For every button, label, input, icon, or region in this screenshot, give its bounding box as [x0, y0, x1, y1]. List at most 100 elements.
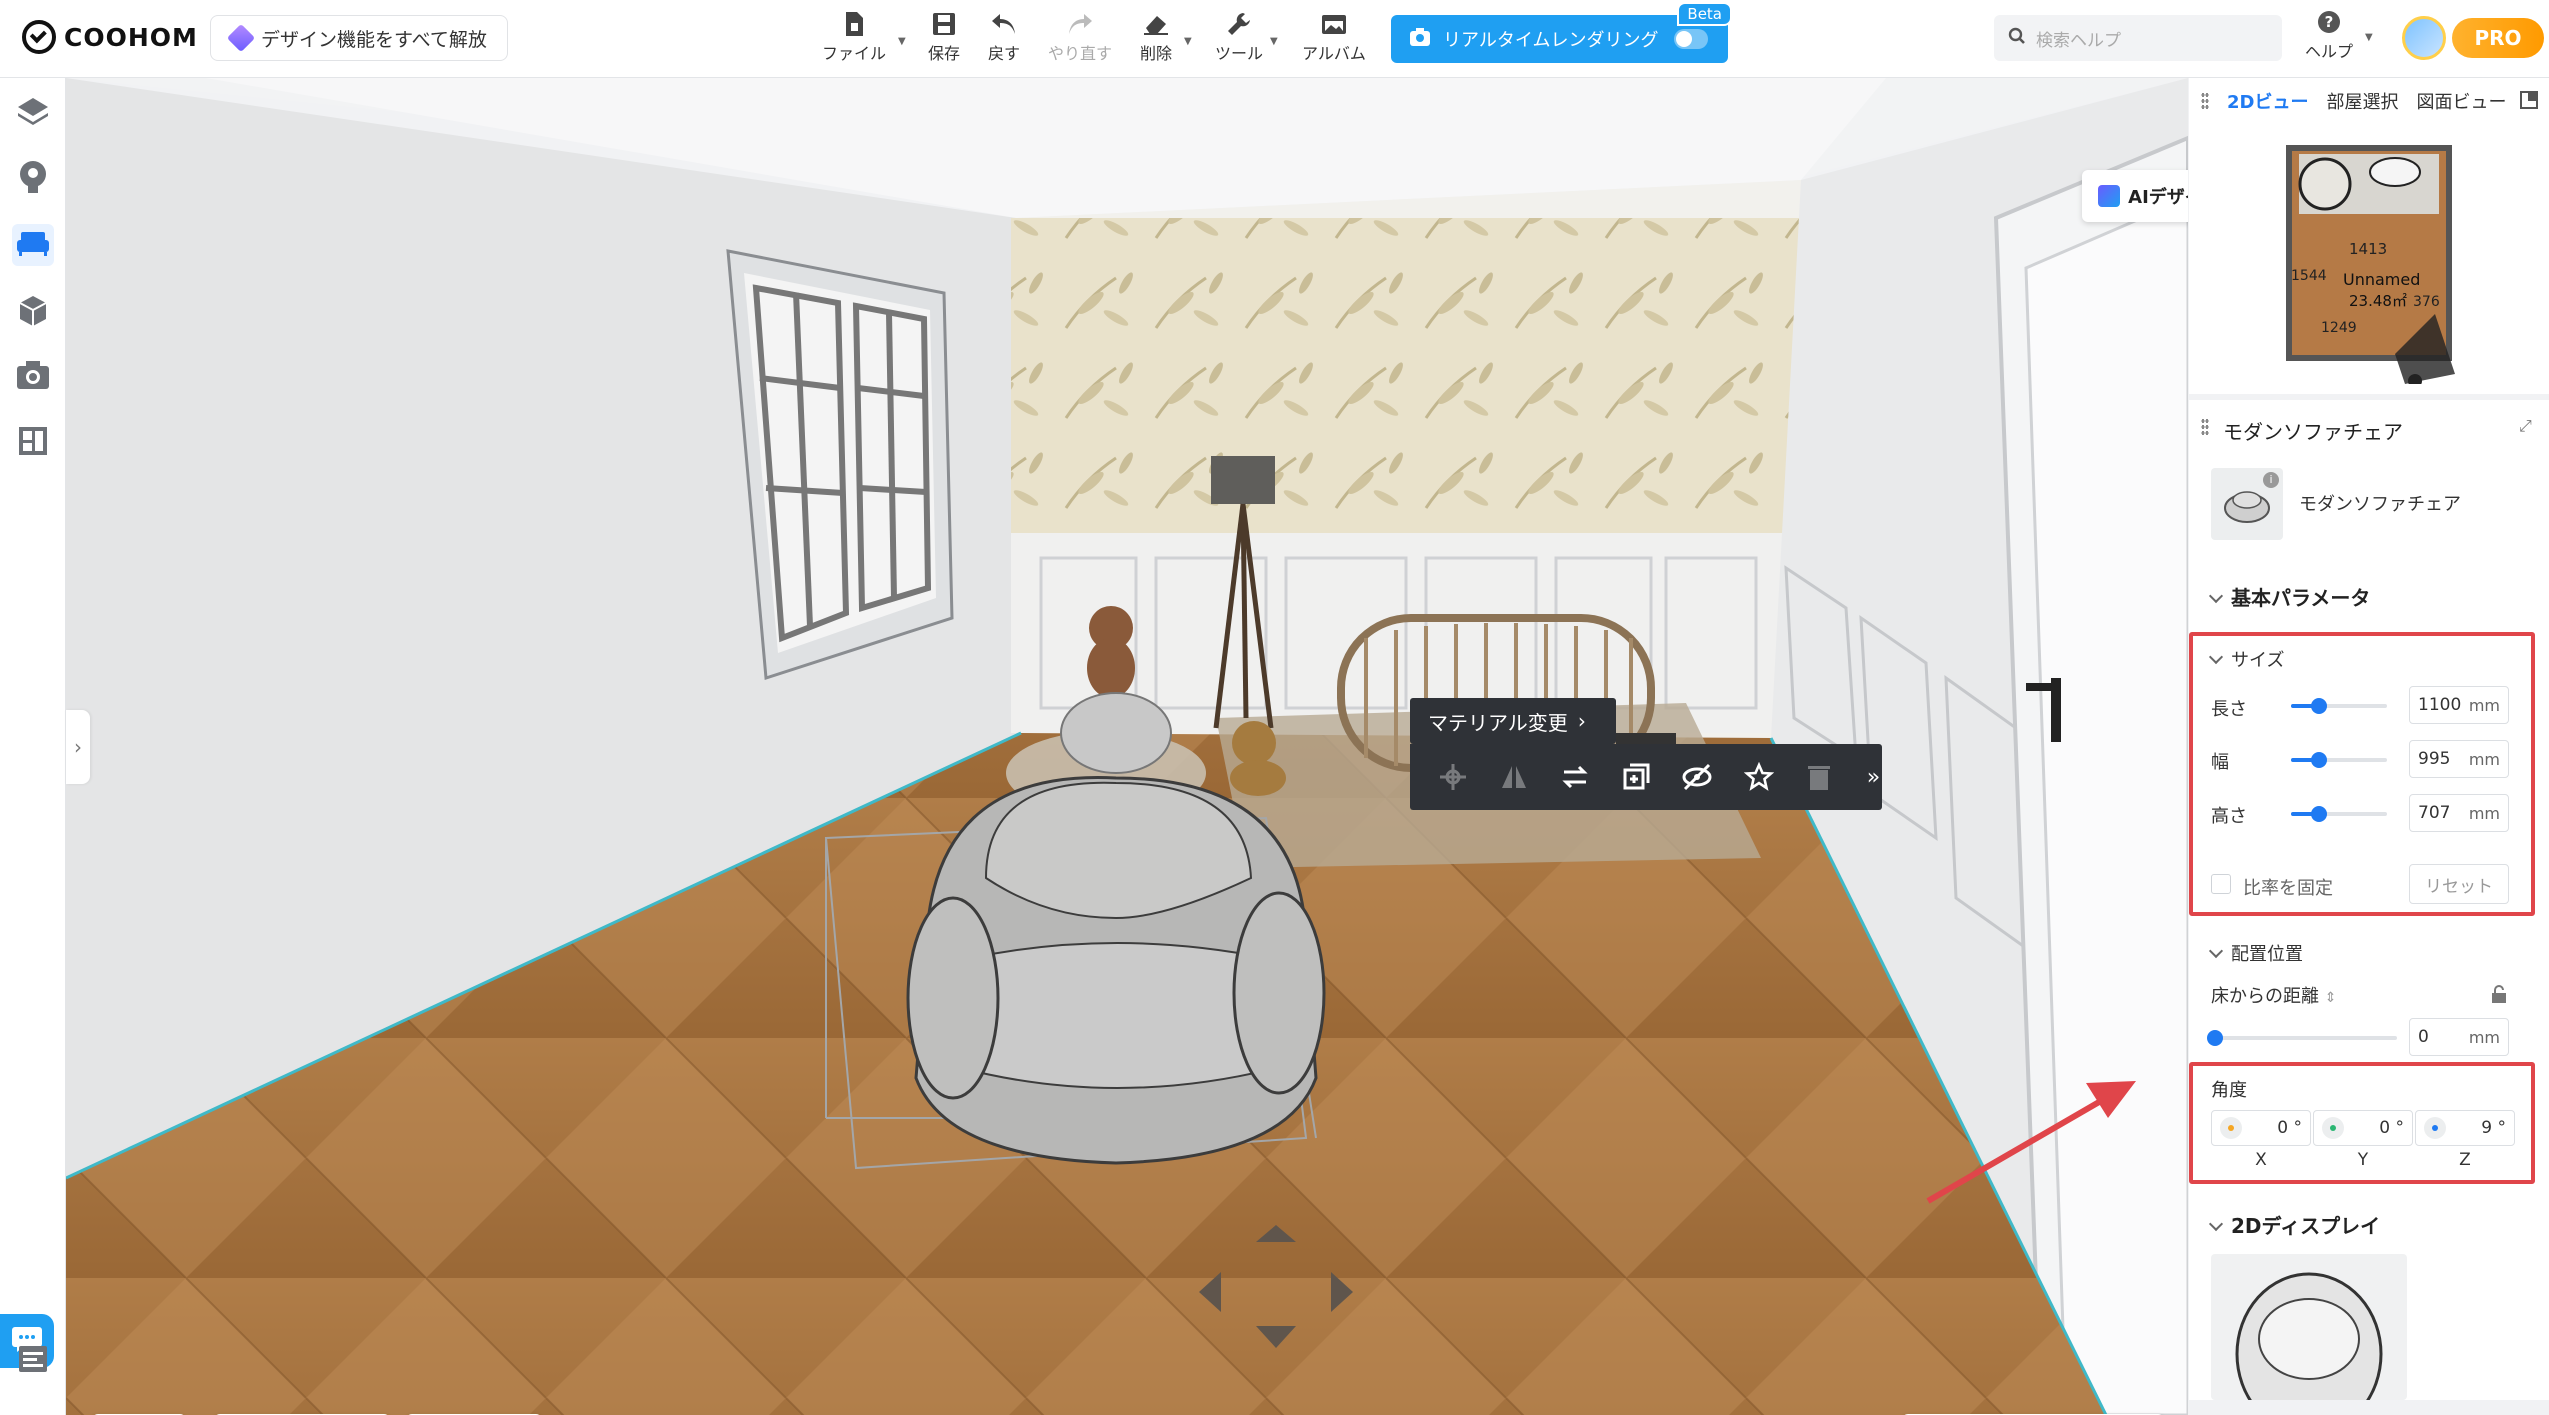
drag-handle-icon[interactable]	[2201, 418, 2209, 436]
realtime-render-toggle[interactable]	[1674, 29, 1709, 49]
save-button[interactable]: 保存	[928, 8, 960, 64]
sidebar-item-materials[interactable]	[12, 290, 54, 332]
eye-off-icon	[1682, 763, 1712, 791]
position-section-header[interactable]: 配置位置	[2208, 940, 2303, 966]
height-value: 707	[2418, 803, 2451, 823]
svg-text:?: ?	[2325, 13, 2334, 31]
dimension-top: 1413	[2349, 240, 2388, 258]
sidebar-item-floorplan[interactable]	[12, 92, 54, 134]
pro-badge: PRO	[2452, 18, 2544, 58]
width-slider[interactable]	[2291, 752, 2387, 768]
brand-logo[interactable]: COOHOM	[22, 20, 198, 54]
length-input[interactable]: 1100 mm	[2409, 686, 2509, 724]
chevron-right-icon: ›	[74, 735, 82, 759]
floorplan-map[interactable]: 1413 1544 Unnamed 23.48㎡ 376 1249	[2285, 144, 2455, 388]
mirror-tool-button[interactable]	[1499, 759, 1530, 795]
file-caret-icon: ▼	[898, 36, 906, 47]
angle-z-value: 9	[2481, 1118, 2493, 1138]
sidebar-item-design[interactable]	[12, 158, 54, 200]
length-unit: mm	[2468, 695, 2500, 715]
search-icon	[2008, 27, 2026, 50]
sidebar-item-list[interactable]	[12, 1340, 54, 1382]
sidebar-expand-button[interactable]: ›	[66, 710, 90, 784]
redo-label: やり直す	[1048, 44, 1113, 63]
undo-label: 戻す	[988, 44, 1021, 63]
eraser-icon	[1140, 8, 1172, 40]
angle-y-input[interactable]: 0 °	[2313, 1110, 2413, 1146]
layers-3d-icon	[15, 95, 51, 131]
minimap-tabs: 2Dビュー 部屋選択 図面ビュー	[2189, 78, 2549, 124]
display-2d-header[interactable]: 2Dディスプレイ	[2208, 1210, 2380, 1239]
display-2d-preview[interactable]	[2211, 1254, 2407, 1400]
camera-icon	[15, 359, 51, 395]
sidebar-item-render[interactable]	[12, 356, 54, 398]
album-button[interactable]: アルバム	[1302, 8, 1366, 64]
file-menu-button[interactable]: ファイル	[822, 8, 886, 64]
dimension-left: 1544	[2291, 268, 2327, 284]
tab-room-select[interactable]: 部屋選択	[2326, 88, 2398, 114]
height-input[interactable]: 707 mm	[2409, 794, 2509, 832]
list-panel-icon	[17, 1344, 49, 1378]
star-icon	[1743, 762, 1774, 791]
lock-icon[interactable]	[2489, 984, 2509, 1008]
replace-tool-button[interactable]	[1560, 759, 1591, 795]
avatar	[2402, 16, 2446, 60]
help-search-box[interactable]: 検索ヘルプ	[1994, 15, 2282, 61]
floor-distance-unit: mm	[2468, 1027, 2500, 1047]
unlock-features-button[interactable]: デザイン機能をすべて解放	[210, 15, 508, 61]
help-button[interactable]: ? ヘルプ	[2305, 10, 2353, 62]
size-section-header[interactable]: サイズ	[2208, 646, 2284, 672]
duplicate-tool-button[interactable]	[1620, 759, 1651, 795]
axis-x-label: X	[2255, 1150, 2267, 1170]
left-sidebar	[0, 78, 66, 1415]
floor-distance-slider[interactable]	[2207, 1030, 2397, 1046]
expand-icon[interactable]: ⤢	[2519, 416, 2532, 436]
more-tools-button[interactable]: »	[1865, 759, 1882, 795]
camera-icon	[1409, 27, 1431, 52]
angle-y-value: 0	[2379, 1118, 2391, 1138]
delete-tool-button[interactable]	[1804, 759, 1835, 795]
realtime-render-label: リアルタイムレンダリング	[1443, 30, 1659, 51]
ai-design-button[interactable]: AIデザイン	[2082, 170, 2188, 222]
info-icon[interactable]: i	[2263, 472, 2279, 488]
angle-x-input[interactable]: 0 °	[2211, 1110, 2311, 1146]
hide-tool-button[interactable]	[1681, 759, 1713, 795]
mirror-icon	[1502, 766, 1527, 788]
basic-params-header[interactable]: 基本パラメータ	[2208, 582, 2370, 611]
sidebar-item-drawings[interactable]	[12, 422, 54, 464]
beta-badge: Beta	[1677, 2, 1732, 26]
ai-design-label: AIデザイン	[2128, 187, 2188, 208]
favorite-tool-button[interactable]	[1743, 759, 1774, 795]
minimap-panel: 2Dビュー 部屋選択 図面ビュー 1413 1544 Unnamed 23.48…	[2189, 78, 2549, 394]
width-unit: mm	[2468, 749, 2500, 769]
material-change-button[interactable]: マテリアル変更 ›	[1410, 698, 1616, 744]
undo-button[interactable]: 戻す	[988, 8, 1020, 64]
3d-viewport[interactable]: AIデザイン マテリアル変更 › » 1F ▼ 2D ▼ 3D ▼	[66, 78, 2188, 1415]
tab-drawing-view[interactable]: 図面ビュー	[2416, 88, 2506, 114]
bulb-head-icon	[16, 159, 50, 199]
tab-2d-view[interactable]: 2Dビュー	[2227, 88, 2308, 114]
item-name: モダンソファチェア	[2299, 494, 2461, 515]
height-slider[interactable]	[2291, 806, 2387, 822]
tools-menu-button[interactable]: ツール	[1215, 8, 1263, 64]
delete-button[interactable]: 削除	[1140, 8, 1172, 64]
length-value: 1100	[2418, 695, 2462, 715]
swap-icon	[1562, 765, 1588, 789]
floor-distance-input[interactable]: 0 mm	[2409, 1018, 2509, 1056]
lock-ratio-checkbox[interactable]	[2211, 874, 2231, 894]
album-icon	[1318, 8, 1350, 40]
search-placeholder: 検索ヘルプ	[2036, 30, 2121, 51]
redo-button[interactable]: やり直す	[1048, 8, 1112, 64]
length-slider[interactable]	[2291, 698, 2387, 714]
width-input[interactable]: 995 mm	[2409, 740, 2509, 778]
realtime-render-button[interactable]: リアルタイムレンダリング Beta	[1391, 2, 1732, 63]
minimap-popout-icon[interactable]	[2519, 90, 2539, 114]
reset-button[interactable]: リセット	[2409, 864, 2509, 904]
item-thumbnail[interactable]: i	[2211, 468, 2283, 540]
move-tool-button[interactable]	[1438, 759, 1469, 795]
top-toolbar: COOHOM デザイン機能をすべて解放 ファイル ▼ 保存 戻す やり直す 削除…	[0, 0, 2549, 78]
sidebar-item-furniture[interactable]	[12, 224, 54, 266]
account-pro-button[interactable]: PRO	[2402, 14, 2549, 62]
angle-z-input[interactable]: 9 °	[2415, 1110, 2515, 1146]
dimension-bottom: 1249	[2321, 320, 2357, 336]
